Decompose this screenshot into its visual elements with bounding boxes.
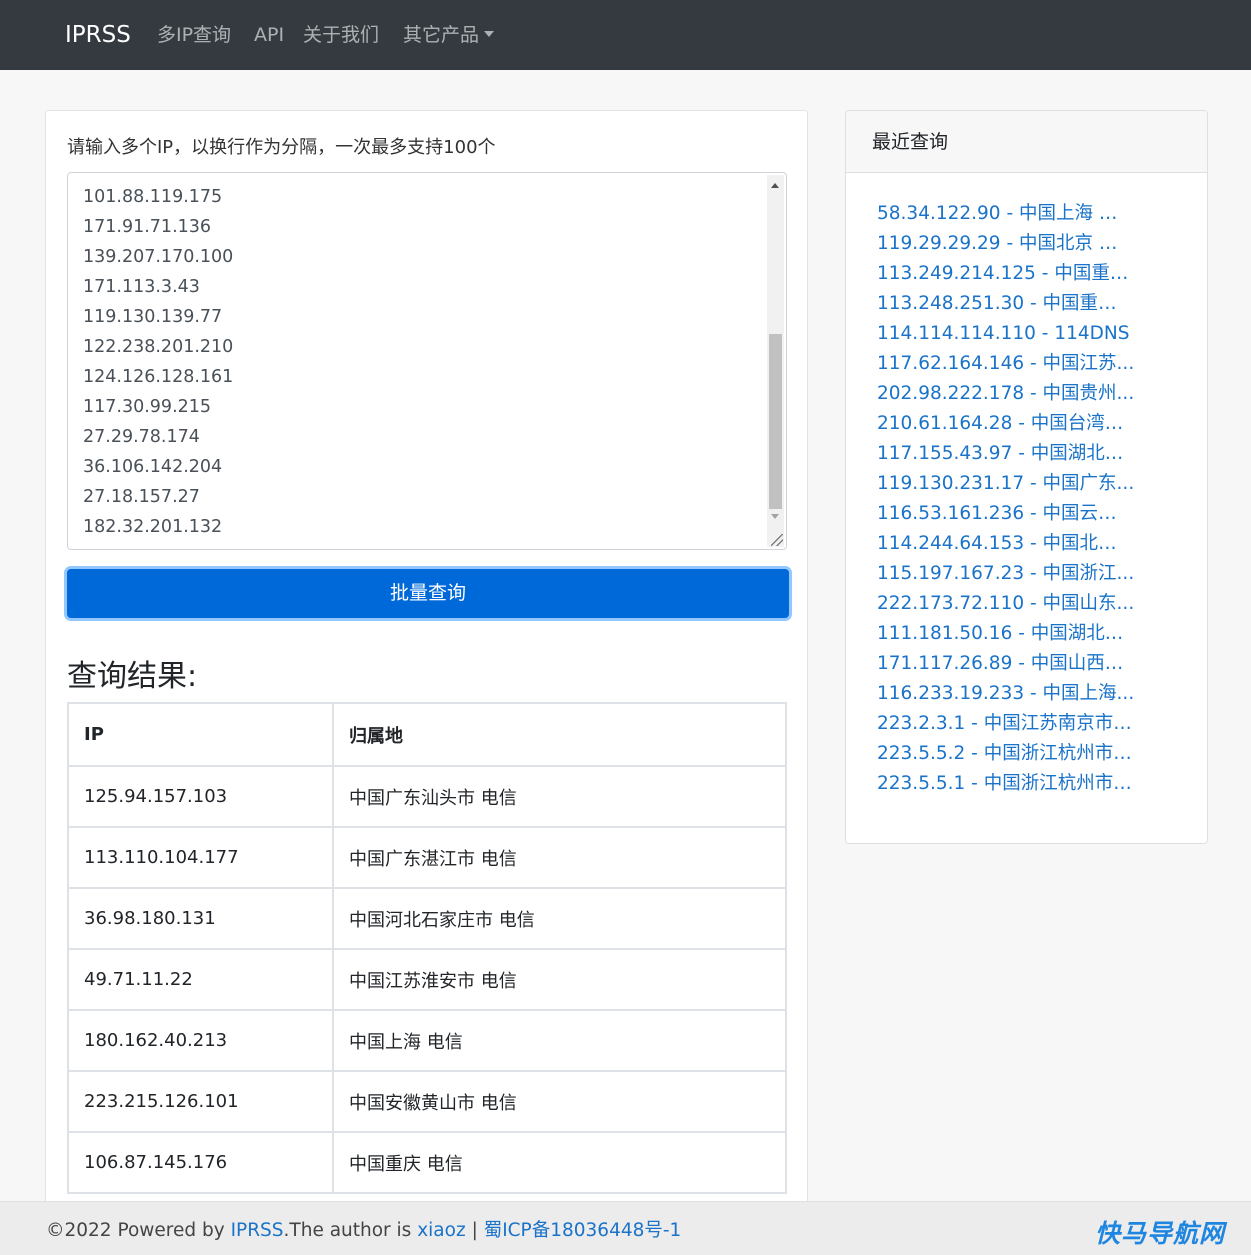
scroll-down-arrow-icon[interactable]: [771, 514, 779, 519]
footer-iprss-link[interactable]: IPRSS: [231, 1220, 284, 1241]
recent-queries-card: 最近查询 58.34.122.90 - 中国上海 电信 119.29.29.29 …: [845, 110, 1208, 844]
table-row: 49.71.11.22 中国江苏淮安市 电信: [67, 948, 787, 1011]
ip-line: 171.91.71.136: [83, 217, 212, 237]
cell-ip: 49.71.11.22: [67, 948, 334, 1011]
ip-line: 139.207.170.100: [83, 247, 234, 267]
brand-logo[interactable]: IPRSS: [65, 20, 131, 50]
cell-location: 中国重庆 电信: [332, 1131, 787, 1194]
ip-input-label: 请输入多个IP，以换行作为分隔，一次最多支持100个: [67, 137, 496, 158]
recent-query-link[interactable]: 223.2.3.1 - 中国江苏南京市 ...: [877, 710, 1135, 740]
recent-query-link[interactable]: 114.114.114.110 - 114DNS: [877, 320, 1135, 350]
nav-about[interactable]: 关于我们: [303, 22, 379, 48]
recent-query-link[interactable]: 113.248.251.30 - 中国重庆 ...: [877, 290, 1135, 320]
results-heading: 查询结果:: [67, 659, 198, 694]
ip-line: 182.32.201.132: [83, 517, 223, 537]
table-header-row: IP 归属地: [67, 702, 787, 767]
page-footer: ©2022 Powered by IPRSS.The author is xia…: [0, 1201, 1251, 1255]
nav-multi-ip[interactable]: 多IP查询: [157, 22, 231, 48]
ip-textarea[interactable]: 101.88.119.175 171.91.71.136 139.207.170.1…: [67, 172, 787, 550]
cell-location: 中国河北石家庄市 电信: [332, 887, 787, 950]
top-navbar: IPRSS 多IP查询 API 关于我们 其它产品: [0, 0, 1251, 70]
recent-query-link[interactable]: 119.29.29.29 - 中国北京 腾...: [877, 230, 1135, 260]
recent-query-link[interactable]: 115.197.167.23 - 中国浙江...: [877, 560, 1135, 590]
footer-author-link[interactable]: xiaoz: [417, 1220, 465, 1241]
author-text: .The author is: [283, 1220, 418, 1241]
ip-line: 171.113.3.43: [83, 277, 200, 297]
footer-icp-link[interactable]: 蜀ICP备18036448号-1: [484, 1220, 682, 1241]
recent-query-link[interactable]: 210.61.164.28 - 中国台湾台...: [877, 410, 1135, 440]
recent-query-link[interactable]: 117.62.164.146 - 中国江苏...: [877, 350, 1135, 380]
table-row: 223.215.126.101 中国安徽黄山市 电信: [67, 1070, 787, 1133]
cell-location: 中国广东湛江市 电信: [332, 826, 787, 889]
footer-text: ©2022 Powered by IPRSS.The author is xia…: [46, 1218, 681, 1244]
cell-location: 中国江苏淮安市 电信: [332, 948, 787, 1011]
recent-query-link[interactable]: 58.34.122.90 - 中国上海 电信: [877, 200, 1135, 230]
ip-line: 119.130.139.77: [83, 307, 223, 327]
table-row: 106.87.145.176 中国重庆 电信: [67, 1131, 787, 1194]
cell-ip: 125.94.157.103: [67, 765, 334, 828]
header-location: 归属地: [332, 702, 787, 767]
recent-query-link[interactable]: 222.173.72.110 - 中国山东...: [877, 590, 1135, 620]
table-row: 180.162.40.213 中国上海 电信: [67, 1009, 787, 1072]
recent-query-link[interactable]: 202.98.222.178 - 中国贵州...: [877, 380, 1135, 410]
table-row: 113.110.104.177 中国广东湛江市 电信: [67, 826, 787, 889]
recent-query-link[interactable]: 117.155.43.97 - 中国湖北咸...: [877, 440, 1135, 470]
recent-query-link[interactable]: 111.181.50.16 - 中国湖北鄂...: [877, 620, 1135, 650]
ip-line: 117.30.99.215: [83, 397, 212, 417]
recent-query-link[interactable]: 116.233.19.233 - 中国上海...: [877, 680, 1135, 710]
nav-other-products-dropdown[interactable]: 其它产品: [403, 22, 495, 48]
caret-down-icon: [484, 31, 495, 37]
scroll-thumb[interactable]: [769, 334, 782, 509]
recent-queries-list: 58.34.122.90 - 中国上海 电信 119.29.29.29 - 中国北…: [877, 200, 1135, 800]
cell-location: 中国广东汕头市 电信: [332, 765, 787, 828]
table-row: 36.98.180.131 中国河北石家庄市 电信: [67, 887, 787, 950]
recent-queries-title: 最近查询: [846, 111, 1207, 173]
recent-query-link[interactable]: 114.244.64.153 - 中国北京 ...: [877, 530, 1135, 560]
cell-location: 中国上海 电信: [332, 1009, 787, 1072]
recent-query-link[interactable]: 116.53.161.236 - 中国云南 ...: [877, 500, 1135, 530]
recent-query-link[interactable]: 119.130.231.17 - 中国广东...: [877, 470, 1135, 500]
ip-lines: 101.88.119.175 171.91.71.136 139.207.170.1…: [83, 182, 233, 542]
ip-line: 27.29.78.174: [83, 427, 200, 447]
header-ip: IP: [67, 702, 334, 767]
cell-ip: 180.162.40.213: [67, 1009, 334, 1072]
watermark-logo: 快马导航网: [1094, 1219, 1225, 1248]
ip-line: 122.238.201.210: [83, 337, 234, 357]
resize-grip-icon[interactable]: [771, 534, 783, 546]
query-card: 请输入多个IP，以换行作为分隔，一次最多支持100个 101.88.119.17…: [45, 110, 808, 1255]
copyright-text: ©2022 Powered by: [46, 1220, 231, 1241]
ip-line: 36.106.142.204: [83, 457, 223, 477]
cell-location: 中国安徽黄山市 电信: [332, 1070, 787, 1133]
nav-api[interactable]: API: [254, 22, 284, 48]
cell-ip: 113.110.104.177: [67, 826, 334, 889]
results-table: IP 归属地 125.94.157.103 中国广东汕头市 电信 113.110.1…: [67, 702, 787, 1194]
ip-line: 124.126.128.161: [83, 367, 234, 387]
dropdown-label: 其它产品: [403, 24, 480, 46]
recent-query-link[interactable]: 171.117.26.89 - 中国山西太...: [877, 650, 1135, 680]
batch-query-button[interactable]: 批量查询: [67, 569, 789, 618]
scroll-up-arrow-icon[interactable]: [771, 183, 779, 188]
footer-separator: |: [465, 1220, 484, 1241]
textarea-scrollbar[interactable]: [767, 175, 784, 547]
recent-query-link[interactable]: 113.249.214.125 - 中国重庆...: [877, 260, 1135, 290]
recent-query-link[interactable]: 223.5.5.2 - 中国浙江杭州市 ...: [877, 740, 1135, 770]
cell-ip: 223.215.126.101: [67, 1070, 334, 1133]
recent-query-link[interactable]: 223.5.5.1 - 中国浙江杭州市 ...: [877, 770, 1135, 800]
ip-line: 101.88.119.175: [83, 187, 223, 207]
table-row: 125.94.157.103 中国广东汕头市 电信: [67, 765, 787, 828]
cell-ip: 36.98.180.131: [67, 887, 334, 950]
cell-ip: 106.87.145.176: [67, 1131, 334, 1194]
ip-line: 27.18.157.27: [83, 487, 200, 507]
